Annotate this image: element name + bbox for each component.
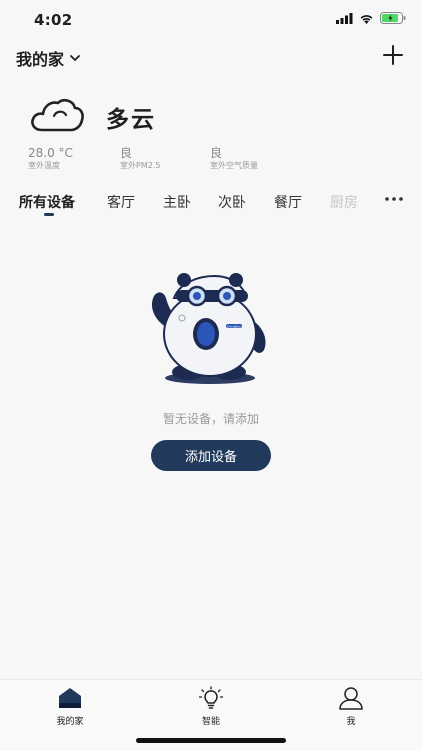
wifi-icon: [360, 14, 373, 24]
stat-label: 室外空气质量: [210, 161, 258, 170]
outdoor-pm25: 良 室外PM2.5: [120, 146, 160, 172]
home-icon: [59, 688, 81, 708]
nav-item-me[interactable]: 我: [311, 686, 391, 727]
nav-item-smart[interactable]: 智能: [171, 686, 251, 727]
outdoor-air-quality: 良 室外空气质量: [210, 146, 258, 172]
home-name: 我的家: [16, 50, 65, 69]
tab-master-bedroom[interactable]: 主卧: [163, 192, 191, 212]
nav-label: 智能: [201, 717, 220, 727]
tab-dining-room[interactable]: 餐厅: [274, 192, 302, 212]
mascot-badge: DongBao: [227, 325, 241, 329]
add-icon[interactable]: [382, 44, 404, 66]
more-icon[interactable]: [384, 196, 404, 202]
stat-value: 28.0 °C: [28, 146, 73, 160]
home-selector[interactable]: 我的家: [16, 46, 80, 70]
tab-living-room[interactable]: 客厅: [107, 192, 135, 212]
cloud-icon: [31, 98, 84, 132]
tab-kitchen[interactable]: 厨房: [330, 192, 358, 212]
stat-value: 良: [210, 146, 223, 160]
add-device-button[interactable]: 添加设备: [151, 440, 271, 471]
header: 我的家: [0, 40, 422, 74]
nav-label: 我的家: [56, 717, 84, 727]
tab-second-bedroom[interactable]: 次卧: [218, 192, 246, 212]
status-icons: [336, 12, 406, 24]
weather-condition: 多云: [106, 107, 156, 133]
mascot-illustration: DongBao: [151, 273, 266, 384]
stat-label: 室外PM2.5: [120, 161, 161, 170]
battery-icon: [380, 12, 406, 24]
signal-icon: [336, 12, 353, 24]
nav-item-home[interactable]: 我的家: [30, 686, 110, 727]
bulb-icon: [198, 686, 224, 709]
weather-panel: 多云 28.0 °C 室外温度 良 室外PM2.5 良 室外空气质量: [0, 86, 422, 176]
stat-value: 良: [120, 146, 133, 160]
empty-message: 暂无设备，请添加: [162, 412, 259, 426]
chevron-down-icon: [70, 54, 80, 61]
nav-label: 我: [346, 717, 356, 727]
room-tabs: 所有设备 客厅 主卧 次卧 餐厅 厨房: [0, 186, 422, 220]
status-time: 4:02: [34, 11, 73, 29]
home-indicator: [136, 738, 286, 743]
outdoor-temperature: 28.0 °C 室外温度: [28, 146, 73, 172]
stat-label: 室外温度: [28, 161, 60, 170]
profile-icon: [339, 687, 363, 710]
status-bar: 4:02: [0, 0, 422, 40]
active-tab-indicator: [44, 213, 54, 216]
tab-all-devices[interactable]: 所有设备: [19, 192, 75, 212]
